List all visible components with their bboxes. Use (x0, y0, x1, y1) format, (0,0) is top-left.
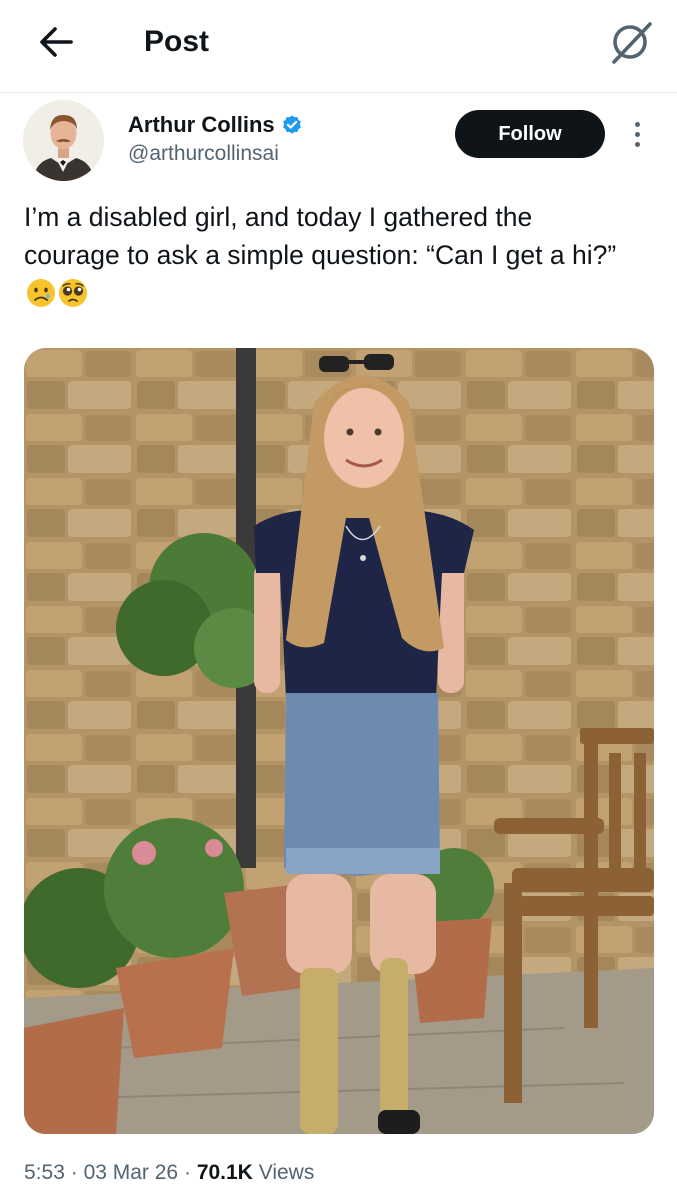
top-bar: Post (0, 0, 677, 93)
arrow-left-icon (40, 27, 73, 57)
separator: · (183, 1161, 191, 1184)
grok-button[interactable] (600, 14, 660, 70)
more-dot (634, 131, 640, 137)
avatar-portrait (23, 100, 104, 181)
verified-badge-icon (281, 114, 303, 136)
more-dot (634, 141, 640, 147)
views-count[interactable]: 70.1K (197, 1161, 253, 1184)
crying-face-emoji (27, 279, 55, 307)
author-handle[interactable]: @arthurcollinsai (128, 140, 279, 168)
author-name[interactable]: Arthur Collins (128, 110, 303, 140)
post-body: I’m a disabled girl, and today I gathere… (24, 202, 617, 270)
views-label: Views (258, 1161, 315, 1184)
page-title: Post (144, 25, 210, 58)
back-button[interactable] (34, 22, 78, 62)
post-text: I’m a disabled girl, and today I gathere… (24, 198, 634, 312)
post-image[interactable] (24, 348, 654, 1134)
pleading-face-emoji (59, 279, 87, 307)
post-time: 5:53 (24, 1161, 65, 1184)
post-date: 03 Mar 26 (83, 1161, 179, 1184)
more-vertical-icon[interactable] (624, 116, 650, 152)
post-photo (24, 348, 654, 1134)
separator: · (70, 1161, 78, 1184)
follow-button[interactable]: Follow (455, 110, 605, 158)
emoji-row (26, 278, 88, 308)
grok-icon (612, 22, 652, 64)
avatar[interactable] (23, 100, 104, 181)
author-name-text: Arthur Collins (128, 112, 275, 137)
more-dot (634, 121, 640, 127)
post-meta: 5:53 · 03 Mar 26 · 70.1K Views (24, 1158, 314, 1188)
